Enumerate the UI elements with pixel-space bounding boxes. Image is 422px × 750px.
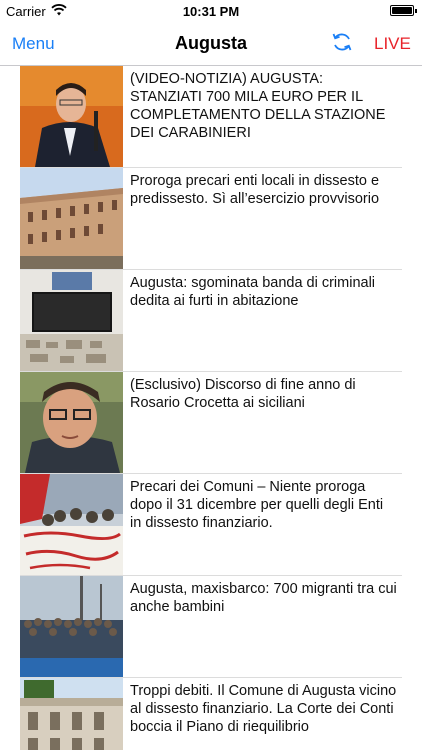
news-headline: (Esclusivo) Discorso di fine anno di Ros… (130, 377, 356, 411)
news-item[interactable]: Precari dei Comuni – Niente proroga dopo… (20, 474, 402, 576)
news-item[interactable]: Troppi debiti. Il Comune di Augusta vici… (20, 678, 402, 750)
news-headline: Proroga precari enti locali in dissesto … (130, 173, 380, 207)
news-item[interactable]: Proroga precari enti locali in dissesto … (20, 168, 402, 270)
news-headline: Precari dei Comuni – Niente proroga dopo… (130, 479, 384, 531)
news-thumbnail (20, 576, 123, 677)
news-item[interactable]: (Esclusivo) Discorso di fine anno di Ros… (20, 372, 402, 474)
news-thumbnail (20, 372, 123, 473)
live-button[interactable]: LIVE (374, 34, 411, 54)
news-thumbnail (20, 168, 123, 269)
menu-button[interactable]: Menu (12, 34, 55, 54)
news-headline: Troppi debiti. Il Comune di Augusta vici… (130, 683, 397, 735)
news-thumbnail (20, 66, 123, 167)
news-item[interactable]: Augusta, maxisbarco: 700 migranti tra cu… (20, 576, 402, 678)
page-title: Augusta (175, 33, 247, 53)
navigation-bar: Menu Augusta LIVE (0, 22, 422, 66)
news-thumbnail (20, 270, 123, 371)
news-thumbnail (20, 678, 123, 750)
status-bar: Carrier 10:31 PM (0, 0, 422, 22)
news-item[interactable]: (VIDEO-NOTIZIA) AUGUSTA: STANZIATI 700 M… (20, 66, 402, 168)
refresh-icon[interactable] (330, 30, 354, 54)
news-item[interactable]: Augusta: sgominata banda di criminali de… (20, 270, 402, 372)
news-headline: Augusta: sgominata banda di criminali de… (130, 275, 376, 309)
battery-icon (390, 5, 417, 16)
news-list: (VIDEO-NOTIZIA) AUGUSTA: STANZIATI 700 M… (0, 66, 422, 750)
clock: 10:31 PM (182, 4, 240, 19)
news-headline: (VIDEO-NOTIZIA) AUGUSTA: STANZIATI 700 M… (130, 71, 386, 141)
news-headline: Augusta, maxisbarco: 700 migranti tra cu… (130, 581, 397, 615)
news-thumbnail (20, 474, 123, 575)
